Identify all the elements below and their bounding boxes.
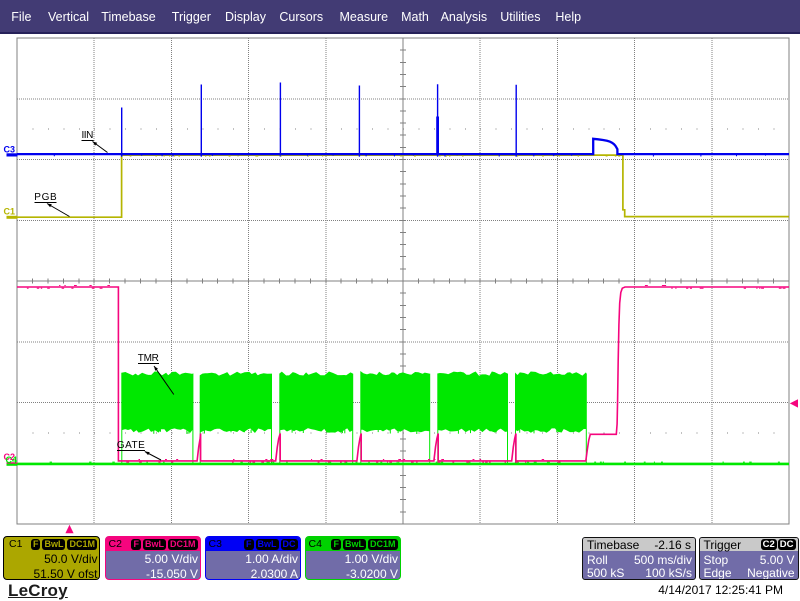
svg-text:IIN: IIN — [82, 130, 94, 141]
svg-text:TMR: TMR — [138, 353, 159, 364]
svg-text:GATE: GATE — [117, 440, 145, 451]
svg-text:C1: C1 — [4, 206, 16, 216]
svg-text:C3: C3 — [4, 144, 16, 154]
svg-text:C4: C4 — [6, 455, 18, 465]
svg-text:PGB: PGB — [34, 192, 57, 203]
